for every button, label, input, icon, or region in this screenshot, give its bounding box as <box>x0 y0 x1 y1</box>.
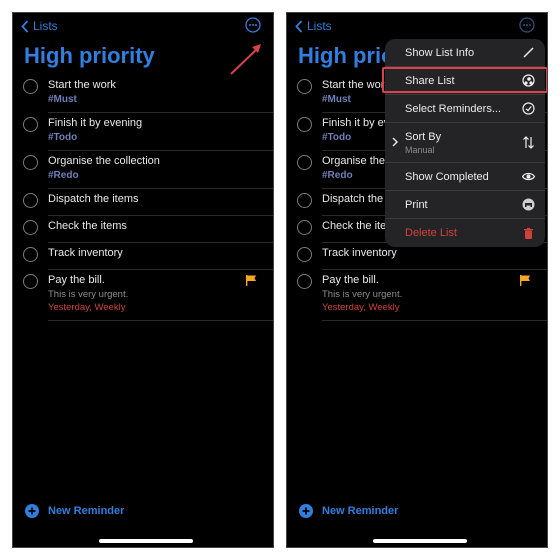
reminder-list: Start the work #Must Finish it by evening… <box>13 75 273 321</box>
pencil-icon <box>523 47 534 58</box>
phone-screen-before: Lists High priority Start the work #Must … <box>12 12 274 548</box>
flag-icon <box>520 275 530 286</box>
menu-item-share-list[interactable]: Share List <box>385 67 545 95</box>
reminder-tag[interactable]: #Must <box>48 93 265 106</box>
chevron-left-icon <box>295 19 303 33</box>
complete-checkbox[interactable] <box>297 193 312 208</box>
reminder-row[interactable]: Check the items <box>13 216 273 243</box>
sort-arrows-icon <box>523 136 534 149</box>
printer-icon <box>522 198 535 211</box>
reminder-row[interactable]: Organise the collection #Redo <box>13 151 273 189</box>
complete-checkbox[interactable] <box>23 220 38 235</box>
menu-item-show-list-info[interactable]: Show List Info <box>385 39 545 67</box>
complete-checkbox[interactable] <box>297 117 312 132</box>
flag-icon <box>246 275 256 286</box>
reminder-title: Organise the collection <box>48 155 160 167</box>
new-reminder-button[interactable]: New Reminder <box>299 504 398 518</box>
complete-checkbox[interactable] <box>23 155 38 170</box>
complete-checkbox[interactable] <box>23 193 38 208</box>
plus-circle-icon <box>299 504 313 518</box>
reminder-title: Pay the bill. <box>48 274 105 286</box>
new-reminder-button[interactable]: New Reminder <box>25 504 124 518</box>
reminder-title: Start the work <box>48 79 116 91</box>
complete-checkbox[interactable] <box>23 117 38 132</box>
home-indicator <box>99 539 193 543</box>
nav-bar: Lists <box>295 17 539 39</box>
reminder-row[interactable]: Finish it by evening #Todo <box>13 113 273 151</box>
complete-checkbox[interactable] <box>297 274 312 289</box>
home-indicator <box>373 539 467 543</box>
back-button[interactable]: Lists <box>295 19 332 33</box>
reminder-title: Track inventory <box>322 247 397 259</box>
menu-item-print[interactable]: Print <box>385 191 545 219</box>
reminder-title: Finish it by evening <box>48 117 143 129</box>
list-options-menu: Show List Info Share List Select Reminde… <box>382 39 547 247</box>
reminder-row[interactable]: Track inventory <box>13 243 273 270</box>
reminder-title: Check the items <box>48 220 127 232</box>
eye-icon <box>522 172 535 181</box>
complete-checkbox[interactable] <box>297 79 312 94</box>
reminder-tag[interactable]: #Redo <box>48 169 265 182</box>
back-label: Lists <box>307 19 332 33</box>
sort-by-value: Manual <box>405 144 435 155</box>
more-options-icon[interactable] <box>245 17 261 33</box>
menu-item-select-reminders[interactable]: Select Reminders... <box>385 95 545 123</box>
reminder-due: Yesterday, Weekly <box>48 302 126 313</box>
complete-checkbox[interactable] <box>297 155 312 170</box>
checkmark-circle-icon <box>522 102 535 115</box>
reminder-row[interactable]: Start the work #Must <box>13 75 273 113</box>
complete-checkbox[interactable] <box>23 79 38 94</box>
complete-checkbox[interactable] <box>23 247 38 262</box>
new-reminder-label: New Reminder <box>322 505 399 517</box>
menu-item-show-completed[interactable]: Show Completed <box>385 163 545 191</box>
nav-bar: Lists <box>21 17 265 39</box>
list-title: High priority <box>24 43 155 68</box>
chevron-right-icon <box>392 137 398 147</box>
reminder-note: This is very urgent. <box>48 289 129 300</box>
reminder-row[interactable]: Dispatch the items <box>13 189 273 216</box>
reminder-row[interactable]: Pay the bill. This is very urgent. Yesterd… <box>287 270 547 321</box>
reminder-tag[interactable]: #Todo <box>48 131 265 144</box>
complete-checkbox[interactable] <box>297 247 312 262</box>
reminder-due: Yesterday, Weekly <box>322 302 400 313</box>
more-options-icon[interactable] <box>519 17 535 33</box>
plus-circle-icon <box>25 504 39 518</box>
menu-item-sort-by[interactable]: Sort By Manual <box>385 123 545 163</box>
back-label: Lists <box>33 19 58 33</box>
trash-icon <box>524 227 533 239</box>
reminder-row[interactable]: Track inventory <box>287 243 547 270</box>
reminder-note: This is very urgent. <box>322 289 403 300</box>
share-people-icon <box>522 74 535 87</box>
complete-checkbox[interactable] <box>297 220 312 235</box>
chevron-left-icon <box>21 19 29 33</box>
annotation-arrow-icon <box>230 44 261 75</box>
complete-checkbox[interactable] <box>23 274 38 289</box>
menu-item-delete-list[interactable]: Delete List <box>385 219 545 247</box>
reminder-title: Track inventory <box>48 247 123 259</box>
reminder-title: Dispatch the items <box>48 193 139 205</box>
reminder-row[interactable]: Pay the bill. This is very urgent. Yesterd… <box>13 270 273 321</box>
new-reminder-label: New Reminder <box>48 505 125 517</box>
back-button[interactable]: Lists <box>21 19 58 33</box>
phone-screen-menu-open: Lists High priority Start the work #Must … <box>286 12 548 548</box>
reminder-title: Pay the bill. <box>322 274 379 286</box>
